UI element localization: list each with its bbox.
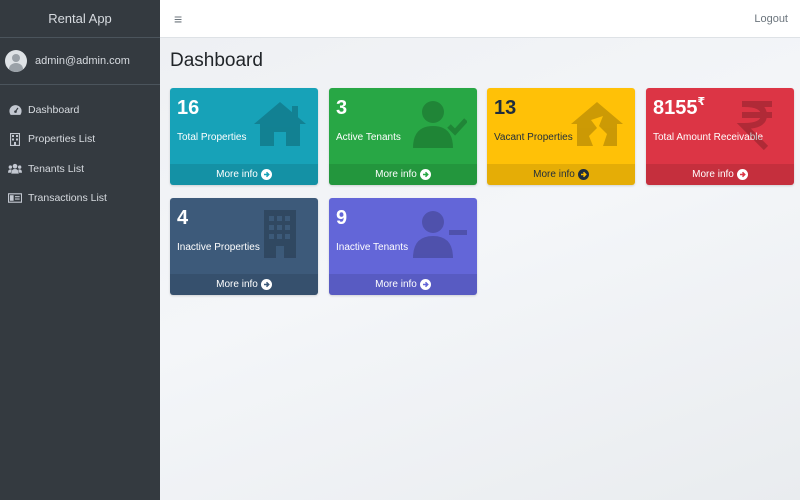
- more-info-label: More info: [692, 169, 734, 180]
- stat-value: 8155₹: [653, 96, 706, 120]
- top-navbar: ≡ Logout: [160, 0, 800, 38]
- more-info-label: More info: [216, 169, 258, 180]
- stat-card-vacant-properties: 13 Vacant Properties More info: [487, 88, 635, 185]
- house-icon: [254, 102, 306, 146]
- rupee-icon: [736, 101, 772, 150]
- stat-card-inactive-tenants: 9 Inactive Tenants More info: [329, 198, 477, 295]
- rupee-sign: ₹: [697, 96, 706, 108]
- stat-value: 16: [177, 97, 200, 119]
- more-info-link[interactable]: More info: [646, 164, 794, 185]
- more-info-label: More info: [375, 279, 417, 290]
- more-info-link[interactable]: More info: [170, 274, 318, 295]
- sidebar-item-transactions[interactable]: Transactions List: [0, 184, 160, 214]
- sidebar-item-properties[interactable]: Properties List: [0, 125, 160, 155]
- arrow-circle-right-icon: [419, 279, 431, 290]
- building-icon: [264, 210, 296, 258]
- arrow-circle-right-icon: [736, 169, 748, 180]
- stat-label: Vacant Properties: [494, 132, 573, 143]
- stat-label: Inactive Tenants: [336, 242, 409, 253]
- arrow-circle-right-icon: [577, 169, 589, 180]
- users-icon: [8, 162, 22, 176]
- sidebar-item-label: Dashboard: [28, 103, 80, 116]
- content-area: Dashboard 16 Total Properties More info …: [160, 38, 800, 500]
- arrow-circle-right-icon: [260, 169, 272, 180]
- more-info-link[interactable]: More info: [170, 164, 318, 185]
- logout-link[interactable]: Logout: [754, 13, 788, 25]
- user-check-icon: [413, 101, 467, 148]
- user-panel: admin@admin.com: [0, 38, 160, 85]
- stat-label: Active Tenants: [336, 132, 401, 143]
- user-minus-icon: [413, 211, 467, 258]
- money-icon: [8, 191, 22, 205]
- dashboard-icon: [8, 103, 22, 117]
- sidebar-item-label: Properties List: [28, 133, 96, 146]
- page-title: Dashboard: [170, 50, 263, 71]
- more-info-link[interactable]: More info: [329, 274, 477, 295]
- stat-card-inactive-properties: 4 Inactive Properties More info: [170, 198, 318, 295]
- brand-logo[interactable]: Rental App: [0, 0, 160, 38]
- sidebar: Rental App admin@admin.com Dashboard Pro…: [0, 0, 160, 500]
- stat-card-total-amount-receivable: 8155₹ Total Amount Receivable More info: [646, 88, 794, 185]
- more-info-label: More info: [533, 169, 575, 180]
- sidebar-nav: Dashboard Properties List Tenants List T…: [0, 85, 160, 213]
- stat-card-total-properties: 16 Total Properties More info: [170, 88, 318, 185]
- arrow-circle-right-icon: [260, 279, 272, 290]
- stat-value: 3: [336, 97, 348, 119]
- stat-value: 9: [336, 207, 348, 229]
- stat-label: Total Properties: [177, 132, 247, 143]
- sidebar-item-dashboard[interactable]: Dashboard: [0, 95, 160, 125]
- sidebar-item-tenants[interactable]: Tenants List: [0, 154, 160, 184]
- more-info-link[interactable]: More info: [487, 164, 635, 185]
- sidebar-item-label: Transactions List: [28, 192, 107, 205]
- more-info-link[interactable]: More info: [329, 164, 477, 185]
- stat-card-active-tenants: 3 Active Tenants More info: [329, 88, 477, 185]
- sidebar-item-label: Tenants List: [28, 162, 85, 175]
- more-info-label: More info: [216, 279, 258, 290]
- house-damage-icon: [571, 102, 623, 146]
- building-icon: [8, 132, 22, 146]
- menu-toggle-icon[interactable]: ≡: [174, 11, 182, 27]
- arrow-circle-right-icon: [419, 169, 431, 180]
- stat-value: 4: [177, 207, 189, 229]
- stat-number: 8155: [653, 97, 698, 119]
- brand-title: Rental App: [48, 11, 112, 26]
- stat-value: 13: [494, 97, 517, 119]
- user-email[interactable]: admin@admin.com: [35, 55, 130, 67]
- more-info-label: More info: [375, 169, 417, 180]
- avatar: [5, 50, 27, 72]
- stat-label: Inactive Properties: [177, 242, 260, 253]
